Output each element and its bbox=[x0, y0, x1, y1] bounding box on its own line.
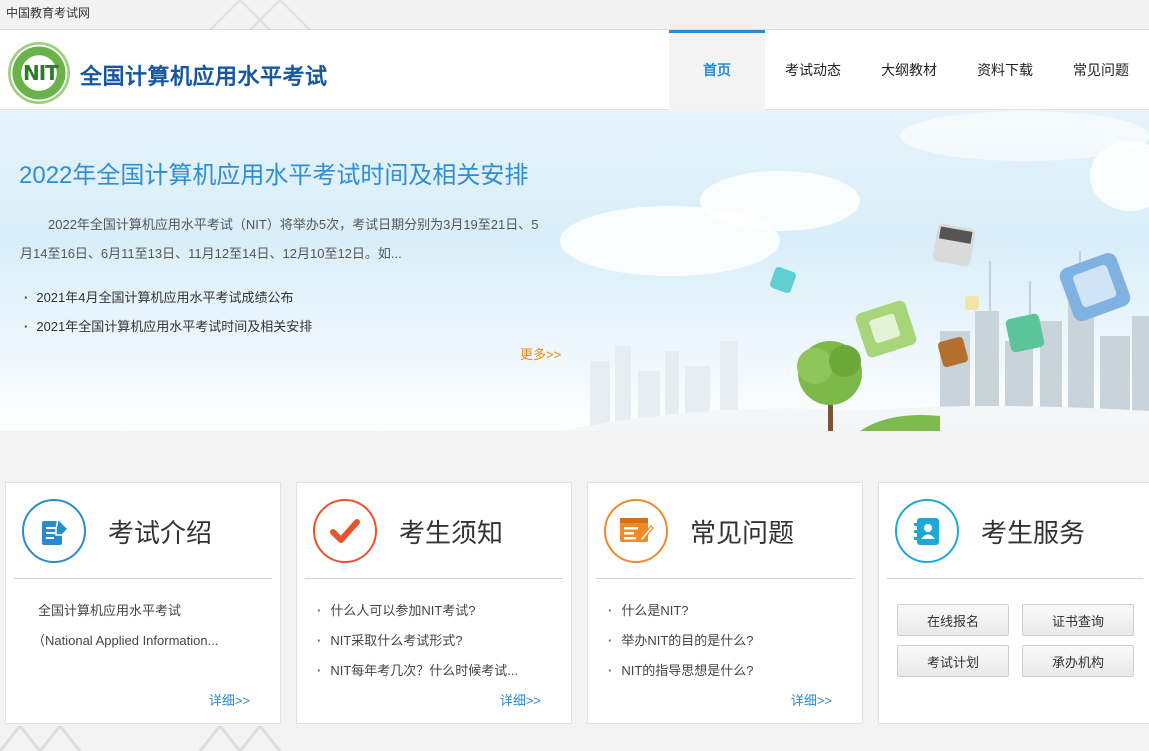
service-buttons: 在线报名 证书查询 考试计划 承办机构 bbox=[897, 604, 1134, 677]
news-item[interactable]: 2021年4月全国计算机应用水平考试成绩公布 bbox=[24, 283, 312, 312]
card-title[interactable]: 考生须知 bbox=[399, 513, 503, 550]
banner-headline[interactable]: 2022年全国计算机应用水平考试时间及相关安排 bbox=[19, 155, 528, 190]
organizer-button[interactable]: 承办机构 bbox=[1022, 645, 1134, 677]
intro-line: （National Applied Information... bbox=[32, 633, 219, 648]
news-item[interactable]: 2021年全国计算机应用水平考试时间及相关安排 bbox=[24, 312, 312, 341]
nav-downloads[interactable]: 资料下载 bbox=[957, 30, 1053, 110]
top-bar: 中国教育考试网 bbox=[0, 0, 1149, 30]
certificate-query-button[interactable]: 证书查询 bbox=[1022, 604, 1134, 636]
divider bbox=[887, 578, 1143, 579]
form-edit-icon bbox=[604, 499, 668, 563]
card-faq: 常见问题 什么是NIT? 举办NIT的目的是什么? NIT的指导思想是什么? 详… bbox=[587, 482, 863, 724]
divider bbox=[14, 578, 272, 579]
background-pattern bbox=[0, 726, 282, 751]
background-pattern bbox=[209, 0, 311, 30]
intro-text: 全国计算机应用水平考试 （National Applied Informatio… bbox=[32, 596, 218, 656]
list-item[interactable]: 举办NIT的目的是什么? bbox=[608, 626, 753, 656]
nav-exam-news[interactable]: 考试动态 bbox=[765, 30, 861, 110]
divider bbox=[305, 578, 563, 579]
eea-link[interactable]: 中国教育考试网 bbox=[6, 4, 90, 21]
list-item[interactable]: 什么人可以参加NIT考试? bbox=[317, 596, 518, 626]
card-candidate-service: 考生服务 在线报名 证书查询 考试计划 承办机构 bbox=[878, 482, 1149, 724]
nit-logo[interactable]: NIT bbox=[8, 42, 70, 104]
exam-plan-button[interactable]: 考试计划 bbox=[897, 645, 1009, 677]
card-title[interactable]: 考生服务 bbox=[981, 513, 1085, 550]
card-title[interactable]: 常见问题 bbox=[690, 513, 794, 550]
site-title[interactable]: 全国计算机应用水平考试 bbox=[80, 59, 328, 91]
checkmark-icon bbox=[313, 499, 377, 563]
card-candidate-notice: 考生须知 什么人可以参加NIT考试? NIT采取什么考试形式? NIT每年考几次… bbox=[296, 482, 572, 724]
list-item[interactable]: NIT每年考几次？什么时候考试... bbox=[317, 656, 518, 686]
nav-syllabus[interactable]: 大纲教材 bbox=[861, 30, 957, 110]
list-item[interactable]: 什么是NIT? bbox=[608, 596, 754, 626]
contact-book-icon bbox=[895, 499, 959, 563]
card-title[interactable]: 考试介绍 bbox=[108, 513, 212, 550]
banner-description: 2022年全国计算机应用水平考试（NIT）将举办5次，考试日期分别为3月19至2… bbox=[20, 217, 539, 261]
hero-banner: 2022年全国计算机应用水平考试时间及相关安排 2022年全国计算机应用水平考试… bbox=[0, 111, 1149, 431]
card-exam-intro: 考试介绍 全国计算机应用水平考试 （National Applied Infor… bbox=[5, 482, 281, 724]
city-illustration bbox=[560, 223, 1149, 431]
document-pen-icon bbox=[22, 499, 86, 563]
site-header: NIT 全国计算机应用水平考试 首页 考试动态 大纲教材 资料下载 常见问题 bbox=[0, 30, 1149, 110]
divider bbox=[596, 578, 854, 579]
intro-line: 全国计算机应用水平考试 bbox=[38, 603, 182, 618]
online-registration-button[interactable]: 在线报名 bbox=[897, 604, 1009, 636]
details-link[interactable]: 详细>> bbox=[209, 690, 250, 709]
list-item[interactable]: NIT的指导思想是什么? bbox=[608, 656, 753, 686]
faq-list: 什么是NIT? 举办NIT的目的是什么? NIT的指导思想是什么? bbox=[608, 596, 754, 686]
details-link[interactable]: 详细>> bbox=[500, 690, 541, 709]
list-item[interactable]: NIT采取什么考试形式? bbox=[317, 626, 518, 656]
logo-text: NIT bbox=[23, 61, 59, 85]
banner-more-link[interactable]: 更多>> bbox=[520, 344, 561, 363]
nav-home[interactable]: 首页 bbox=[669, 30, 765, 110]
banner-news-list: 2021年4月全国计算机应用水平考试成绩公布 2021年全国计算机应用水平考试时… bbox=[24, 283, 312, 341]
notice-list: 什么人可以参加NIT考试? NIT采取什么考试形式? NIT每年考几次？什么时候… bbox=[317, 596, 518, 686]
nav-faq[interactable]: 常见问题 bbox=[1053, 30, 1149, 110]
details-link[interactable]: 详细>> bbox=[791, 690, 832, 709]
main-nav: 首页 考试动态 大纲教材 资料下载 常见问题 bbox=[669, 30, 1149, 110]
